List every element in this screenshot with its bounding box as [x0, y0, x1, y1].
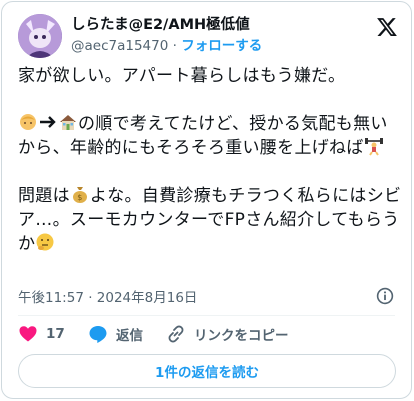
thinking-face-icon [35, 232, 55, 252]
read-replies-button[interactable]: 1件の返信を読む [18, 354, 396, 388]
copy-link-button[interactable]: リンクをコピー [166, 323, 289, 345]
tweet-para-3-start: 問題は [18, 186, 70, 206]
house-icon [58, 112, 78, 132]
baby-icon [18, 112, 38, 132]
heart-icon [19, 326, 37, 342]
reply-label: 返信 [116, 328, 143, 344]
reply-bubble-icon [89, 326, 107, 343]
author-names: しらたま@E2/AMH極低値 @aec7a15470 · フォローする [71, 16, 262, 56]
tweet-text: 家が欲しい。アパート暮らしはもう嫌だ。 の順で考えてたけど、授かる気配も無いから… [18, 64, 402, 256]
follow-button[interactable]: フォローする [181, 38, 262, 54]
like-button[interactable]: 17 [18, 323, 65, 345]
like-count: 17 [46, 326, 65, 342]
tweet-header: しらたま@E2/AMH極低値 @aec7a15470 · フォローする [18, 14, 398, 58]
link-icon [168, 325, 184, 343]
arrow-right-icon [38, 112, 58, 132]
avatar[interactable] [18, 14, 62, 58]
action-bar: 17 返信 リンクをコピー [18, 323, 398, 345]
svg-text:$: $ [77, 193, 82, 202]
tweet-line-1: 家が欲しい。アパート暮らしはもう嫌だ。 [18, 66, 346, 86]
weightlifter-icon [364, 136, 384, 156]
handle[interactable]: @aec7a15470 [71, 38, 168, 54]
copy-link-label: リンクをコピー [194, 328, 289, 344]
separator: · [172, 38, 177, 54]
reply-button[interactable]: 返信 [88, 323, 143, 345]
x-logo-icon[interactable] [376, 16, 398, 38]
info-icon[interactable] [376, 287, 394, 305]
divider [18, 315, 395, 316]
tweet-timestamp[interactable]: 午後11:57 · 2024年8月16日 [18, 286, 197, 306]
display-name[interactable]: しらたま@E2/AMH極低値 [71, 16, 262, 35]
handle-row: @aec7a15470 · フォローする [71, 36, 262, 56]
money-bag-icon: $ [70, 184, 90, 204]
tweet-card: しらたま@E2/AMH極低値 @aec7a15470 · フォローする 家が欲し… [1, 1, 412, 399]
